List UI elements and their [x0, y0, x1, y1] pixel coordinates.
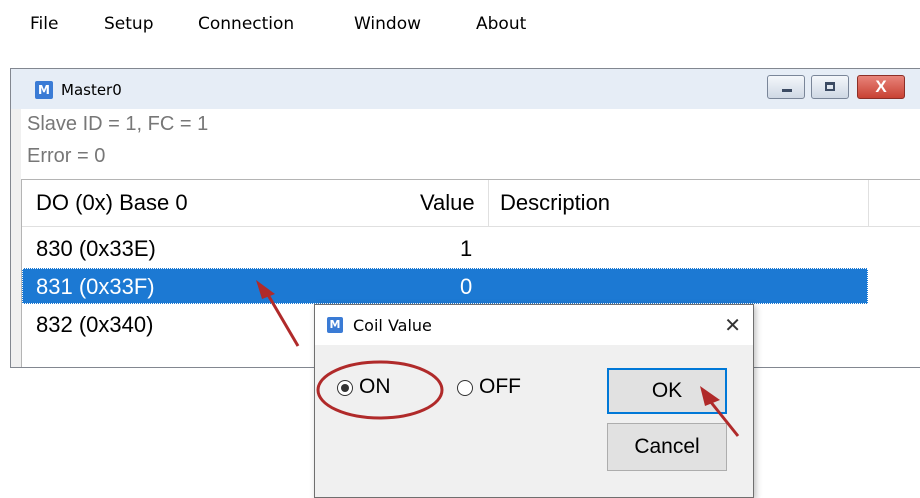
annotation-overlay — [256, 280, 740, 437]
highlight-ellipse — [316, 360, 444, 420]
arrow-to-row — [262, 287, 300, 347]
annotation-group — [256, 280, 740, 437]
arrow-head-icon — [700, 386, 720, 406]
arrow-head-icon — [256, 280, 275, 299]
